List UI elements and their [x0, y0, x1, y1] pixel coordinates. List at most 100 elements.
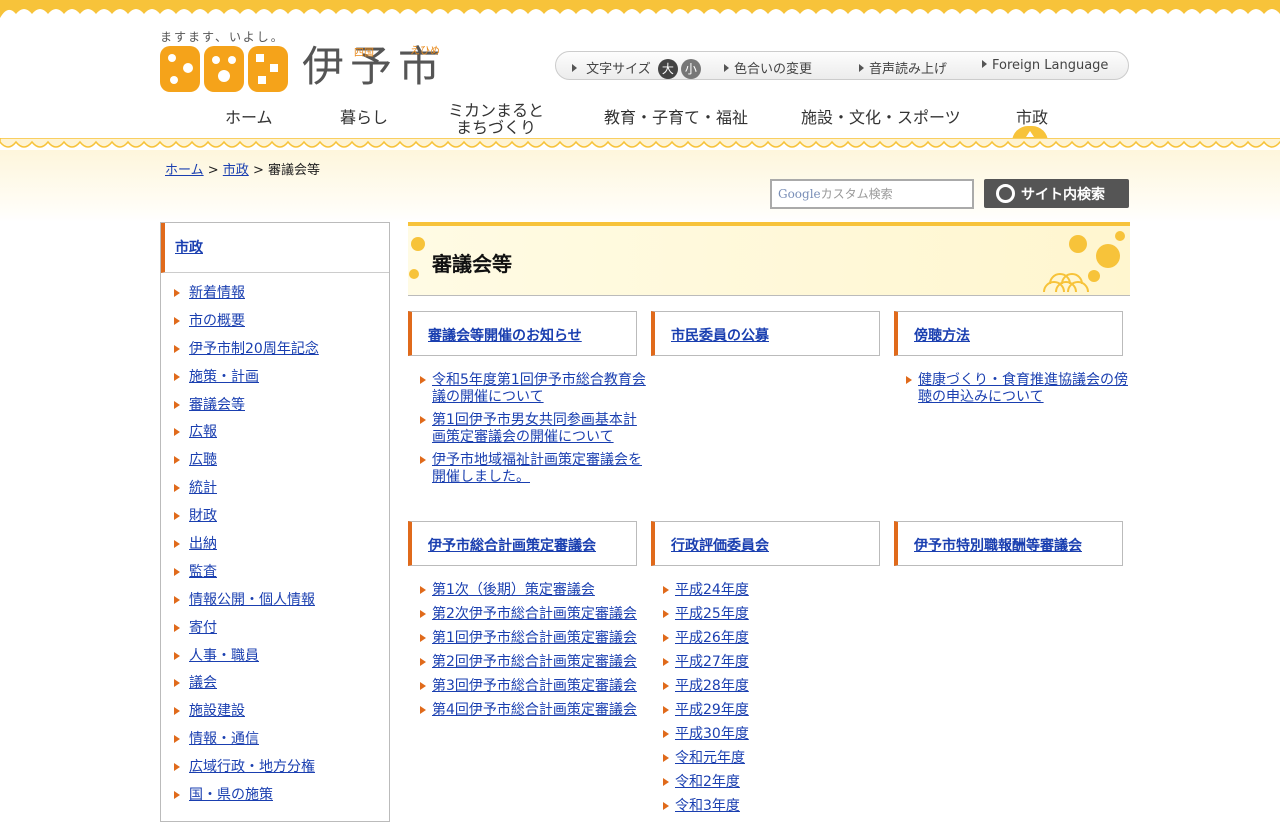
bullet-arrow-icon	[174, 316, 180, 325]
section-link[interactable]: 平成26年度	[675, 630, 749, 646]
section-link[interactable]: 平成28年度	[675, 678, 749, 694]
sidebar-item: 広域行政・地方分権	[174, 758, 389, 786]
bullet-arrow-icon	[663, 634, 669, 642]
header-wave-divider	[0, 138, 1280, 148]
section-link[interactable]: 第2回伊予市総合計画策定審議会	[432, 654, 637, 670]
bullet-arrow-icon	[174, 791, 180, 800]
sidebar-item: 広聴	[174, 451, 389, 479]
site-header: ますます、いよし。 伊予市 四国 えひめ 文字サイズ 大小 色合いの変更 音声読…	[0, 18, 1280, 150]
voice-reading-link[interactable]: 音声読み上げ	[859, 58, 947, 77]
bullet-arrow-icon	[420, 456, 426, 464]
utility-bar: 文字サイズ 大小 色合いの変更 音声読み上げ Foreign Language	[555, 51, 1129, 80]
search-icon	[996, 184, 1015, 203]
sidebar-link[interactable]: 監査	[189, 564, 217, 580]
bullet-arrow-icon	[174, 540, 180, 549]
sidebar-link[interactable]: 広報	[189, 424, 217, 440]
list-item: 令和3年度	[663, 798, 889, 815]
section-link[interactable]: 第3回伊予市総合計画策定審議会	[432, 678, 637, 694]
section-link[interactable]: 伊予市地域福祉計画策定審議会を開催しました。	[432, 452, 642, 485]
section-link[interactable]: 令和5年度第1回伊予市総合教育会議の開催について	[432, 372, 646, 405]
sidebar-link[interactable]: 国・県の施策	[189, 787, 273, 803]
section-link[interactable]: 第1次（後期）策定審議会	[432, 582, 595, 598]
nav-city-admin[interactable]: 市政	[1016, 108, 1048, 128]
bullet-arrow-icon	[174, 372, 180, 381]
sidebar-item: 市の概要	[174, 312, 389, 340]
list-item: 第2次伊予市総合計画策定審議会	[420, 606, 646, 623]
sidebar-link[interactable]: 財政	[189, 508, 217, 524]
nav-mikan-town[interactable]: ミカンまると まちづくり	[448, 102, 544, 136]
nav-home[interactable]: ホーム	[225, 108, 273, 128]
sidebar-link[interactable]: 施設建設	[189, 703, 245, 719]
search-input[interactable]: Googleカスタム検索	[770, 179, 974, 209]
section-link[interactable]: 令和2年度	[675, 774, 740, 790]
sidebar-link[interactable]: 情報公開・個人情報	[189, 592, 315, 608]
section-link[interactable]: 令和元年度	[675, 750, 745, 766]
breadcrumb-parent[interactable]: 市政	[223, 163, 249, 178]
sidebar-item: 施策・計画	[174, 368, 389, 396]
section-list-notices: 令和5年度第1回伊予市総合教育会議の開催について 第1回伊予市男女共同参画基本計画…	[420, 372, 646, 492]
site-logo[interactable]: ますます、いよし。 伊予市 四国 えひめ	[160, 28, 480, 98]
font-small-button[interactable]: 小	[680, 59, 701, 79]
top-decoration-band	[0, 0, 1280, 18]
sidebar-link[interactable]: 出納	[189, 536, 217, 552]
section-link[interactable]: 平成30年度	[675, 726, 749, 742]
bullet-arrow-icon	[663, 754, 669, 762]
bullet-arrow-icon	[663, 802, 669, 810]
main-content: 審議会等 審議会等開催のお知らせ 市民委員の公募 傍聴方法 令和5年度第1回伊予…	[408, 222, 1132, 815]
sidebar-item: 伊予市制20周年記念	[174, 340, 389, 368]
section-link[interactable]: 平成27年度	[675, 654, 749, 670]
sidebar-link[interactable]: 情報・通信	[189, 731, 259, 747]
list-item: 健康づくり・食育推進協議会の傍聴の申込みについて	[906, 372, 1132, 406]
sidebar-link[interactable]: 伊予市制20周年記念	[189, 341, 319, 357]
nav-facilities[interactable]: 施設・文化・スポーツ	[801, 108, 961, 128]
bullet-arrow-icon	[663, 730, 669, 738]
sidebar-link[interactable]: 広域行政・地方分権	[189, 759, 315, 775]
section-link[interactable]: 平成24年度	[675, 582, 749, 598]
section-link[interactable]: 第1回伊予市男女共同参画基本計画策定審議会の開催について	[432, 412, 637, 445]
sidebar-link[interactable]: 新着情報	[189, 285, 245, 301]
section-link[interactable]: 令和3年度	[675, 798, 740, 814]
sidebar-link[interactable]: 審議会等	[189, 397, 245, 413]
color-change-link[interactable]: 色合いの変更	[724, 58, 812, 77]
font-large-button[interactable]: 大	[657, 59, 678, 79]
bullet-arrow-icon	[174, 763, 180, 772]
foreign-language-link[interactable]: Foreign Language	[982, 58, 1108, 73]
bullet-arrow-icon	[420, 416, 426, 424]
bullet-arrow-icon	[420, 376, 426, 384]
list-item: 第1回伊予市男女共同参画基本計画策定審議会の開催について	[420, 412, 646, 446]
sidebar-link[interactable]: 統計	[189, 480, 217, 496]
sidebar-link[interactable]: 広聴	[189, 452, 217, 468]
section-link[interactable]: 平成25年度	[675, 606, 749, 622]
list-item: 令和5年度第1回伊予市総合教育会議の開催について	[420, 372, 646, 406]
bullet-arrow-icon	[174, 484, 180, 493]
sidebar-heading-link[interactable]: 市政	[175, 240, 203, 256]
sidebar-link[interactable]: 施策・計画	[189, 369, 259, 385]
section-list-observation: 健康づくり・食育推進協議会の傍聴の申込みについて	[906, 372, 1132, 412]
sidebar-link[interactable]: 議会	[189, 675, 217, 691]
nav-living[interactable]: 暮らし	[340, 108, 388, 128]
sidebar-link[interactable]: 人事・職員	[189, 648, 259, 664]
sidebar-item: 監査	[174, 563, 389, 591]
section-link[interactable]: 第2次伊予市総合計画策定審議会	[432, 606, 637, 622]
list-item: 令和2年度	[663, 774, 889, 791]
section-heading-notices: 審議会等開催のお知らせ	[408, 311, 637, 356]
sidebar-link[interactable]: 市の概要	[189, 313, 245, 329]
site-search-button[interactable]: サイト内検索	[984, 179, 1129, 208]
section-link[interactable]: 平成29年度	[675, 702, 749, 718]
breadcrumb: ホーム > 市政 > 審議会等	[165, 163, 320, 178]
sidebar-link[interactable]: 寄付	[189, 620, 217, 636]
nav-education[interactable]: 教育・子育て・福祉	[604, 108, 748, 128]
breadcrumb-home[interactable]: ホーム	[165, 163, 204, 178]
bullet-arrow-icon	[174, 735, 180, 744]
list-item: 平成29年度	[663, 702, 889, 719]
bullet-arrow-icon	[420, 634, 426, 642]
bullet-arrow-icon	[174, 344, 180, 353]
bullet-arrow-icon	[663, 682, 669, 690]
section-link[interactable]: 健康づくり・食育推進協議会の傍聴の申込みについて	[918, 372, 1128, 405]
bullet-arrow-icon	[174, 707, 180, 716]
bullet-arrow-icon	[420, 586, 426, 594]
section-link[interactable]: 第4回伊予市総合計画策定審議会	[432, 702, 637, 718]
list-item: 第3回伊予市総合計画策定審議会	[420, 678, 646, 695]
section-link[interactable]: 第1回伊予市総合計画策定審議会	[432, 630, 637, 646]
sidebar-heading: 市政	[161, 223, 389, 273]
